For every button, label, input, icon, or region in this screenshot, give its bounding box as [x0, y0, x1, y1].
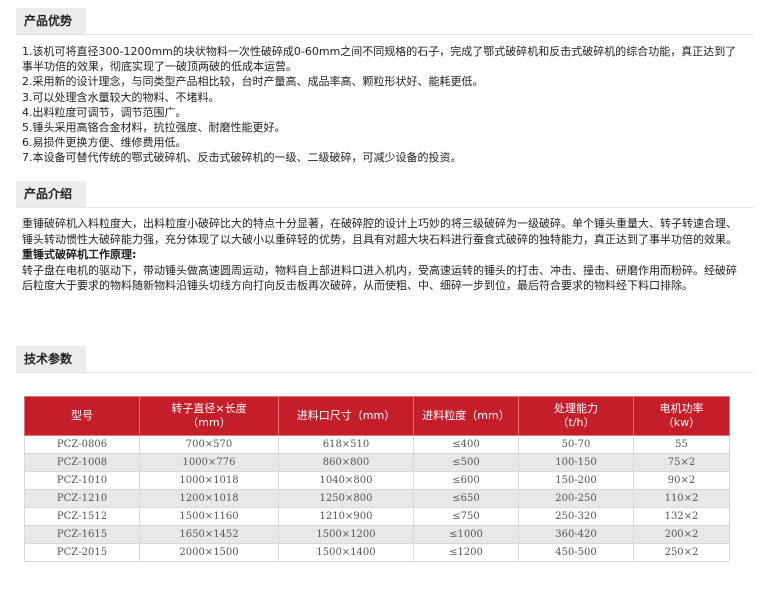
- cell-feed-opening: 1250×800: [278, 489, 414, 508]
- table-row: PCZ-2015 2000×1500 1500×1400 ≤1200 450-500 25…: [24, 543, 730, 562]
- cell-rotor-size: 700×570: [139, 435, 279, 454]
- advantage-item: 3.可以处理含水量较大的物料、不堵料。: [22, 90, 220, 104]
- advantages-title: 产品优势: [16, 8, 88, 34]
- cell-capacity: 150-200: [518, 471, 634, 490]
- intro-body: 重锤破碎机入料粒度大，出料粒度小破碎比大的特点十分显著，在破碎腔的设计上巧妙的将…: [22, 216, 740, 294]
- col-header-motor-power: 电机功率 （kw）: [633, 396, 730, 436]
- cell-motor-power: 75×2: [633, 453, 730, 472]
- intro-title: 产品介绍: [16, 181, 88, 207]
- params-section-header: 技术参数: [16, 346, 754, 373]
- spec-table: 型号 转子直径×长度 （mm） 进料口尺寸（mm） 进料粒度（mm） 处理能力 …: [24, 396, 730, 562]
- cell-feed-size: ≤600: [413, 471, 519, 490]
- cell-rotor-size: 1500×1160: [139, 507, 279, 526]
- cell-feed-opening: 1040×800: [278, 471, 414, 490]
- cell-model: PCZ-2015: [24, 543, 140, 562]
- cell-motor-power: 132×2: [633, 507, 730, 526]
- advantage-item: 2.采用新的设计理念，与同类型产品相比较，台时产量高、成品率高、颗粒形状好、能耗…: [22, 75, 484, 89]
- cell-feed-size: ≤500: [413, 453, 519, 472]
- cell-capacity: 50-70: [518, 435, 634, 454]
- cell-capacity: 450-500: [518, 543, 634, 562]
- cell-feed-opening: 860×800: [278, 453, 414, 472]
- cell-motor-power: 55: [633, 435, 730, 454]
- advantage-item: 5.锤头采用高铬合金材料，抗拉强度、耐磨性能更好。: [22, 121, 286, 135]
- col-header-rotor-size: 转子直径×长度 （mm）: [139, 396, 279, 436]
- intro-paragraph: 重锤破碎机入料粒度大，出料粒度小破碎比大的特点十分显著，在破碎腔的设计上巧妙的将…: [22, 217, 737, 246]
- cell-model: PCZ-1010: [24, 471, 140, 490]
- cell-feed-size: ≤400: [413, 435, 519, 454]
- cell-feed-opening: 1500×1200: [278, 525, 414, 544]
- advantage-item: 6.易损件更换方便、维修费用低。: [22, 136, 187, 150]
- cell-rotor-size: 1000×1018: [139, 471, 279, 490]
- cell-model: PCZ-1210: [24, 489, 140, 508]
- cell-feed-opening: 618×510: [278, 435, 414, 454]
- spec-table-container: 型号 转子直径×长度 （mm） 进料口尺寸（mm） 进料粒度（mm） 处理能力 …: [24, 396, 730, 562]
- cell-motor-power: 90×2: [633, 471, 730, 490]
- cell-capacity: 250-320: [518, 507, 634, 526]
- cell-motor-power: 110×2: [633, 489, 730, 508]
- cell-motor-power: 200×2: [633, 525, 730, 544]
- cell-feed-opening: 1210×900: [278, 507, 414, 526]
- table-row: PCZ-1615 1650×1452 1500×1200 ≤1000 360-420 20…: [24, 525, 730, 544]
- advantage-item: 4.出料粒度可调节，调节范围广。: [22, 105, 187, 119]
- table-row: PCZ-1008 1000×776 860×800 ≤500 100-150 75×2: [24, 453, 730, 472]
- col-header-feed-opening: 进料口尺寸（mm）: [278, 396, 414, 436]
- cell-model: PCZ-0806: [24, 435, 140, 454]
- col-header-feed-size: 进料粒度（mm）: [413, 396, 519, 436]
- params-title: 技术参数: [16, 346, 88, 372]
- col-header-model: 型号: [24, 396, 140, 436]
- cell-feed-size: ≤750: [413, 507, 519, 526]
- cell-capacity: 360-420: [518, 525, 634, 544]
- cell-capacity: 100-150: [518, 453, 634, 472]
- cell-feed-size: ≤1200: [413, 543, 519, 562]
- cell-model: PCZ-1008: [24, 453, 140, 472]
- cell-motor-power: 250×2: [633, 543, 730, 562]
- cell-rotor-size: 1650×1452: [139, 525, 279, 544]
- table-row: PCZ-1210 1200×1018 1250×800 ≤650 200-250 110×…: [24, 489, 730, 508]
- col-header-capacity: 处理能力 （t/h）: [518, 396, 634, 436]
- cell-feed-size: ≤650: [413, 489, 519, 508]
- cell-feed-size: ≤1000: [413, 525, 519, 544]
- cell-rotor-size: 1000×776: [139, 453, 279, 472]
- advantage-item: 7.本设备可替代传统的鄂式破碎机、反击式破碎机的一级、二级破碎，可减少设备的投资…: [22, 151, 462, 165]
- table-row: PCZ-1010 1000×1018 1040×800 ≤600 150-200 90×2: [24, 471, 730, 490]
- advantages-list: 1.该机可将直径300-1200mm的块状物料一次性破碎成0-60mm之间不同规…: [22, 44, 740, 166]
- advantage-item: 1.该机可将直径300-1200mm的块状物料一次性破碎成0-60mm之间不同规…: [22, 45, 737, 74]
- intro-section-header: 产品介绍: [16, 181, 754, 208]
- advantages-section-header: 产品优势: [16, 8, 754, 35]
- cell-capacity: 200-250: [518, 489, 634, 508]
- working-principle-paragraph: 转子盘在电机的驱动下，带动锤头做高速圆周运动，物料自上部进料口进入机内，受高速运…: [22, 263, 737, 293]
- working-principle-title: 重锤式破碎机工作原理:: [22, 248, 137, 262]
- cell-feed-opening: 1500×1400: [278, 543, 414, 562]
- cell-rotor-size: 2000×1500: [139, 543, 279, 562]
- cell-model: PCZ-1615: [24, 525, 140, 544]
- table-row: PCZ-0806 700×570 618×510 ≤400 50-70 55: [24, 435, 730, 454]
- table-row: PCZ-1512 1500×1160 1210×900 ≤750 250-320 132×…: [24, 507, 730, 526]
- cell-model: PCZ-1512: [24, 507, 140, 526]
- spec-table-header-row: 型号 转子直径×长度 （mm） 进料口尺寸（mm） 进料粒度（mm） 处理能力 …: [24, 396, 730, 436]
- cell-rotor-size: 1200×1018: [139, 489, 279, 508]
